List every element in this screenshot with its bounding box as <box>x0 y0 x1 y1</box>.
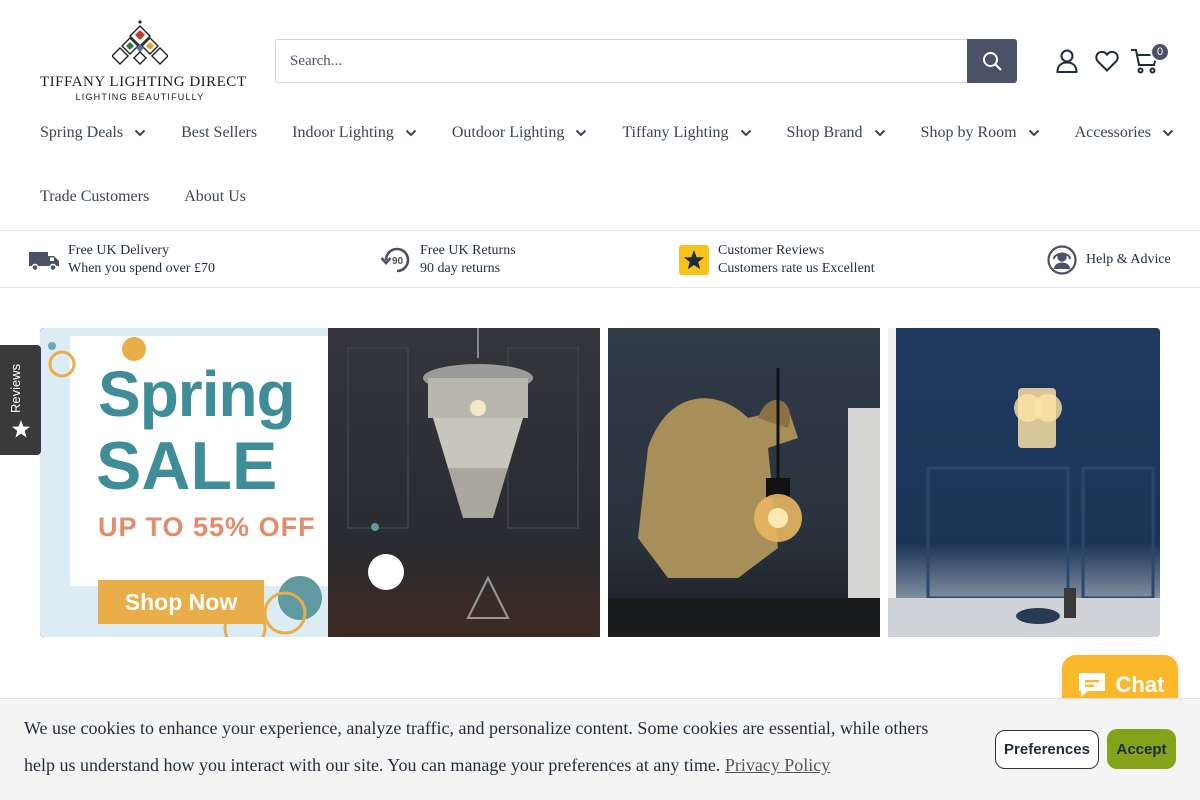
nav-item-label: Indoor Lighting <box>292 124 394 141</box>
chat-bubble-icon <box>1078 673 1105 697</box>
benefit-delivery-title: Free UK Delivery <box>68 242 170 258</box>
star-icon <box>12 420 30 438</box>
chandelier-photo <box>328 328 600 637</box>
nav-item-label: Accessories <box>1074 124 1151 141</box>
nav-item-label: Shop Brand <box>786 124 863 141</box>
benefit-delivery-detail: When you spend over £70 <box>68 260 215 276</box>
nav-item-label: Shop by Room <box>920 124 1017 141</box>
chat-label: Chat <box>1115 672 1165 697</box>
nav-item-best-sellers[interactable]: Best Sellers <box>181 124 257 142</box>
benefit-help-title: Help & Advice <box>1086 251 1171 267</box>
nav-item-indoor-lighting[interactable]: Indoor Lighting <box>292 124 417 142</box>
nav-item-about-us[interactable]: About Us <box>184 188 246 206</box>
main-nav: Spring Deals Best Sellers Indoor Lighting O… <box>40 112 1174 218</box>
nav-item-spring-deals[interactable]: Spring Deals <box>40 124 146 142</box>
benefit-reviews-title: Customer Reviews <box>718 242 825 258</box>
benefit-reviews[interactable]: Customer Reviews Customers rate us Excel… <box>678 231 875 288</box>
chevron-down-icon <box>134 129 146 137</box>
nav-item-shop-brand[interactable]: Shop Brand <box>787 124 886 142</box>
banner-heading-sale: SALE <box>96 428 278 504</box>
site-header: TIFFANY LIGHTING DIRECT LIGHTING BEAUTIF… <box>0 0 1200 230</box>
wishlist-button[interactable] <box>1092 46 1122 76</box>
nav-item-label: Trade Customers <box>40 188 150 205</box>
reviews-tab-label: Reviews <box>8 363 23 413</box>
reviews-side-tab[interactable]: Reviews <box>0 345 41 455</box>
chevron-down-icon <box>874 129 885 137</box>
nav-item-trade-customers[interactable]: Trade Customers <box>40 188 149 206</box>
benefit-delivery[interactable]: Free UK Delivery When you spend over £70 <box>28 231 215 288</box>
site-logo[interactable]: TIFFANY LIGHTING DIRECT LIGHTING BEAUTIF… <box>40 18 247 104</box>
nav-item-label: Spring Deals <box>40 124 124 141</box>
search-button[interactable] <box>967 39 1017 83</box>
account-button[interactable] <box>1052 46 1082 76</box>
search-icon <box>983 52 1002 71</box>
nav-item-accessories[interactable]: Accessories <box>1075 124 1174 142</box>
chevron-down-icon <box>576 129 587 137</box>
nav-item-shop-by-room[interactable]: Shop by Room <box>921 124 1040 142</box>
benefits-bar: Free UK Delivery When you spend over £70… <box>0 230 1200 288</box>
chevron-down-icon <box>1162 129 1174 137</box>
nav-item-label: About Us <box>184 188 246 205</box>
star-rating-icon <box>678 244 710 276</box>
nav-item-outdoor-lighting[interactable]: Outdoor Lighting <box>452 124 587 142</box>
benefit-returns-title: Free UK Returns <box>420 242 516 258</box>
chevron-down-icon <box>405 129 417 137</box>
svg-text:90: 90 <box>392 256 404 267</box>
cookie-preferences-button[interactable]: Preferences <box>995 730 1099 769</box>
cookie-accept-button[interactable]: Accept <box>1107 729 1176 769</box>
nav-item-label: Tiffany Lighting <box>622 124 729 141</box>
cookie-message: We use cookies to enhance your experienc… <box>24 710 944 784</box>
banner-offer: UP TO 55% OFF <box>98 512 316 542</box>
shop-now-button[interactable]: Shop Now <box>98 580 264 624</box>
nav-row-secondary: Trade Customers About Us <box>40 176 1160 218</box>
nav-item-label: Outdoor Lighting <box>451 124 565 141</box>
chevron-down-icon <box>1028 129 1039 137</box>
spring-sale-banner[interactable]: Spring SALE UP TO 55% OFF Shop Now <box>40 328 1160 637</box>
logo-subtitle: LIGHTING BEAUTIFULLY <box>75 92 205 102</box>
search-form <box>275 39 1017 83</box>
nav-row-primary: Spring Deals Best Sellers Indoor Lighting O… <box>40 112 1174 154</box>
dog-lamp-photo <box>608 328 880 637</box>
user-icon <box>1056 49 1078 73</box>
nav-item-tiffany-lighting[interactable]: Tiffany Lighting <box>622 124 751 142</box>
search-input[interactable] <box>276 40 967 82</box>
delivery-truck-icon <box>28 244 60 276</box>
cart-count-badge: 0 <box>1150 42 1170 62</box>
heart-icon <box>1095 50 1119 72</box>
benefit-reviews-detail: Customers rate us Excellent <box>718 260 875 276</box>
banner-sale-panel: Spring SALE UP TO 55% OFF Shop Now <box>40 328 600 637</box>
chevron-down-icon <box>740 129 751 137</box>
privacy-policy-link[interactable]: Privacy Policy <box>725 755 831 775</box>
benefit-returns-detail: 90 day returns <box>420 260 501 276</box>
logo-diamond-icon <box>112 20 168 65</box>
support-agent-icon <box>1046 244 1078 276</box>
returns-90-icon: 90 <box>380 244 412 276</box>
logo-title: TIFFANY LIGHTING DIRECT <box>40 74 247 90</box>
benefit-returns[interactable]: 90 Free UK Returns 90 day returns <box>380 231 516 288</box>
nav-item-label: Best Sellers <box>181 124 258 141</box>
benefit-help[interactable]: Help & Advice <box>1046 231 1171 288</box>
banner-heading-spring: Spring <box>98 358 296 430</box>
wall-light-photo <box>888 328 1160 637</box>
